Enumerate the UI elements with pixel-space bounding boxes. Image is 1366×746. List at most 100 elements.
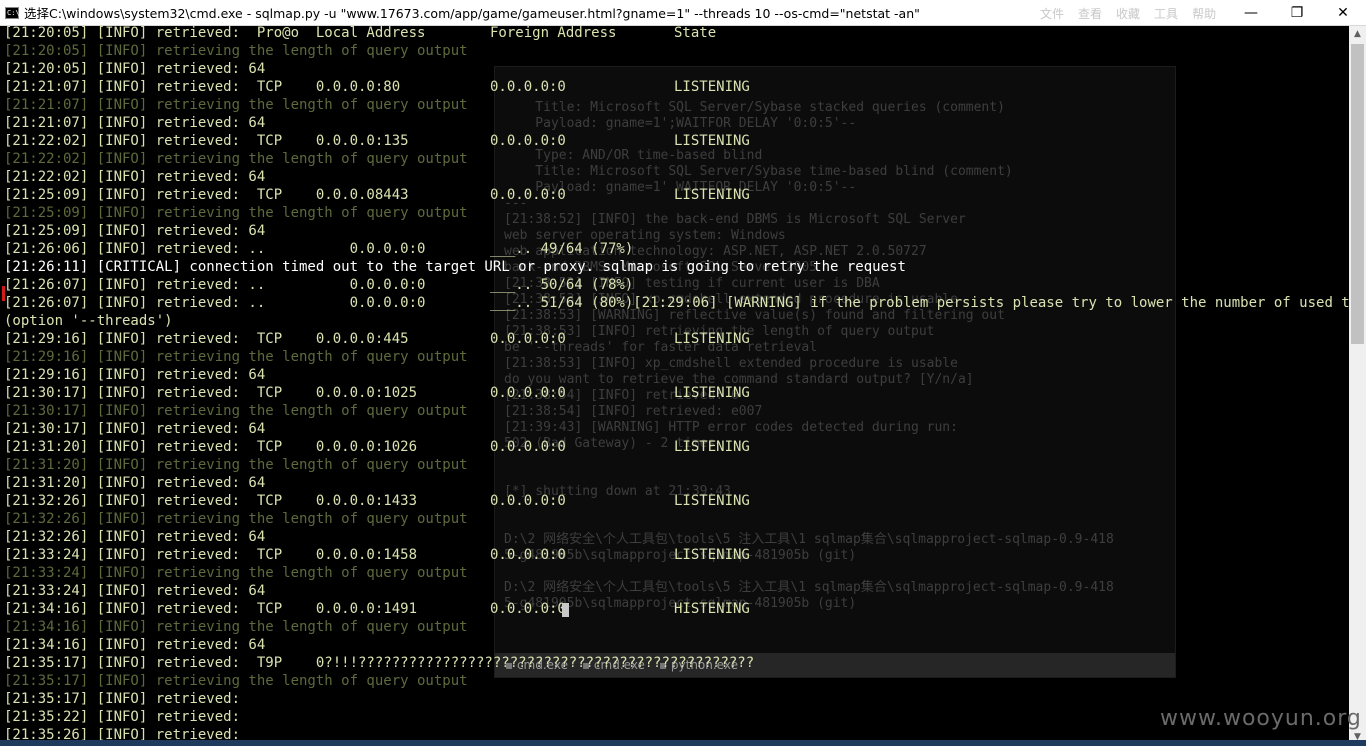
console-line-state: LISTENING — [674, 133, 750, 149]
console-line: [21:26:07] [INFO] retrieved: .. 0.0.0.0:… — [4, 276, 1349, 294]
console-line-text: [21:33:24] [INFO] retrieved: 64 — [4, 583, 266, 599]
console-line-text: [21:26:07] [INFO] retrieved: .. 0.0.0.0:… — [4, 295, 426, 311]
console-line: [21:20:05] [INFO] retrieving the length … — [4, 42, 1349, 60]
console-line: [21:32:26] [INFO] retrieving the length … — [4, 510, 1349, 528]
console-line-text: [21:21:07] [INFO] retrieved: 64 — [4, 115, 266, 131]
close-button[interactable]: ✕ — [1320, 0, 1366, 25]
ghost-menu-favorites: 收藏 — [1116, 7, 1141, 21]
console-line-text: [21:25:09] [INFO] retrieved: 64 — [4, 223, 266, 239]
console-line: [21:34:16] [INFO] retrieved: 64 — [4, 636, 1349, 654]
maximize-icon: ❐ — [1290, 4, 1304, 21]
maximize-button[interactable]: ❐ — [1274, 0, 1320, 25]
selection-marker — [2, 286, 5, 301]
console-line-text: [21:35:17] [INFO] retrieving the length … — [4, 673, 468, 689]
scroll-up-icon[interactable]: ▲ — [1349, 26, 1366, 43]
text-cursor — [562, 603, 569, 617]
console-line-text: (option '--threads') — [4, 313, 173, 329]
console-line-state: LISTENING — [674, 187, 750, 203]
minimize-icon: — — [1244, 4, 1258, 21]
console-line-state: LISTENING — [674, 331, 750, 347]
console-line: [21:29:16] [INFO] retrieved: TCP 0.0.0.0… — [4, 330, 1349, 348]
ghost-menu-tools: 工具 — [1154, 7, 1179, 21]
ghost-menu-view: 查看 — [1078, 7, 1103, 21]
taskbar-edge — [0, 740, 1366, 746]
console-line: [21:33:24] [INFO] retrieved: 64 — [4, 582, 1349, 600]
console-line: [21:25:09] [INFO] retrieving the length … — [4, 204, 1349, 222]
console-line: [21:34:16] [INFO] retrieving the length … — [4, 618, 1349, 636]
console-line-text: [21:29:16] [INFO] retrieved: 64 — [4, 367, 266, 383]
console-line-text: [21:26:07] [INFO] retrieved: .. 0.0.0.0:… — [4, 277, 426, 293]
console-line-text: [21:30:17] [INFO] retrieving the length … — [4, 403, 468, 419]
console-line: [21:35:17] [INFO] retrieving the length … — [4, 672, 1349, 690]
console-line-state: HISTENING — [674, 601, 750, 617]
console-line: [21:26:07] [INFO] retrieved: .. 0.0.0.0:… — [4, 294, 1349, 312]
console-line-text: [21:29:16] [INFO] retrieved: TCP 0.0.0.0… — [4, 331, 409, 347]
cmd-app-icon[interactable]: C:\ — [5, 6, 20, 19]
console-line-foreign-address: 0.0.0.0:0 — [490, 547, 566, 563]
vertical-scrollbar[interactable]: ▲ ▼ — [1349, 26, 1366, 746]
console-line: [21:32:26] [INFO] retrieved: TCP 0.0.0.0… — [4, 492, 1349, 510]
console-line-text: [21:35:22] [INFO] retrieved: — [4, 709, 241, 725]
console-line: [21:30:17] [INFO] retrieving the length … — [4, 402, 1349, 420]
ghost-menu-file: 文件 — [1040, 7, 1065, 21]
console-line: [21:35:22] [INFO] retrieved: — [4, 708, 1349, 726]
console-line-text: [21:32:26] [INFO] retrieved: TCP 0.0.0.0… — [4, 493, 418, 509]
scrollbar-thumb[interactable] — [1351, 44, 1364, 344]
console-line-text: [21:20:05] [INFO] retrieved: Pro@o Local… — [4, 26, 426, 41]
console-line: [21:35:17] [INFO] retrieved: T9P 0?!!!??… — [4, 654, 1349, 672]
console-line: [21:22:02] [INFO] retrieved: 64 — [4, 168, 1349, 186]
console-line: [21:34:16] [INFO] retrieved: TCP 0.0.0.0… — [4, 600, 1349, 618]
console-line-foreign-address: ___.. 49/64 (77%) — [490, 241, 634, 257]
window-title: 选择C:\windows\system32\cmd.exe - sqlmap.p… — [24, 6, 920, 21]
console-line-foreign-address: ___.. 51/64 (80%)[21:29:06] [WARNING] if… — [490, 295, 1349, 311]
console-line-text: [21:25:09] [INFO] retrieving the length … — [4, 205, 468, 221]
console-line-text: [21:21:07] [INFO] retrieved: TCP 0.0.0.0… — [4, 79, 401, 95]
console-line: [21:22:02] [INFO] retrieved: TCP 0.0.0.0… — [4, 132, 1349, 150]
title-bar[interactable]: C:\ 选择C:\windows\system32\cmd.exe - sqlm… — [0, 0, 1366, 26]
console-line-text: [21:33:24] [INFO] retrieving the length … — [4, 565, 468, 581]
console-line-text: [21:30:17] [INFO] retrieved: 64 — [4, 421, 266, 437]
console-line-foreign-address: 0.0.0.0:0 — [490, 493, 566, 509]
console-line-text: [21:21:07] [INFO] retrieving the length … — [4, 97, 468, 113]
console-line-foreign-address: 0.0.0.0:0 — [490, 385, 566, 401]
console-line-foreign-address: 0.0.0.0:0 — [490, 133, 566, 149]
console-line-text: [21:22:02] [INFO] retrieved: TCP 0.0.0.0… — [4, 133, 409, 149]
console-line: [21:30:17] [INFO] retrieved: TCP 0.0.0.0… — [4, 384, 1349, 402]
console-line-foreign-address: 0.0.0.0:0 — [490, 331, 566, 347]
console-line: [21:29:16] [INFO] retrieving the length … — [4, 348, 1349, 366]
minimize-button[interactable]: — — [1228, 0, 1274, 25]
console-line: [21:20:05] [INFO] retrieved: 64 — [4, 60, 1349, 78]
console-line-text: [21:20:05] [INFO] retrieving the length … — [4, 43, 468, 59]
console-line-text: [21:31:20] [INFO] retrieving the length … — [4, 457, 468, 473]
console-line: [21:26:06] [INFO] retrieved: .. 0.0.0.0:… — [4, 240, 1349, 258]
console-line-text: [21:30:17] [INFO] retrieved: TCP 0.0.0.0… — [4, 385, 418, 401]
console-line-text: [21:26:06] [INFO] retrieved: .. 0.0.0.0:… — [4, 241, 426, 257]
console-output[interactable]: cmd.exe cmd.exe python.exe Title: Micros… — [0, 26, 1349, 746]
console-line: [21:25:09] [INFO] retrieved: TCP 0.0.0.0… — [4, 186, 1349, 204]
console-line: [21:29:16] [INFO] retrieved: 64 — [4, 366, 1349, 384]
console-line-text: [21:32:26] [INFO] retrieving the length … — [4, 511, 468, 527]
console-line-state: LISTENING — [674, 79, 750, 95]
console-line-text: [21:35:17] [INFO] retrieved: T9P 0?!!!??… — [4, 655, 755, 671]
console-line-text: [21:35:17] [INFO] retrieved: — [4, 691, 241, 707]
console-line: [21:31:20] [INFO] retrieving the length … — [4, 456, 1349, 474]
console-line: [21:25:09] [INFO] retrieved: 64 — [4, 222, 1349, 240]
console-line-state: LISTENING — [674, 439, 750, 455]
console-line: [21:33:24] [INFO] retrieving the length … — [4, 564, 1349, 582]
console-line: [21:20:05] [INFO] retrieved: Pro@o Local… — [4, 26, 1349, 42]
console-line: [21:30:17] [INFO] retrieved: 64 — [4, 420, 1349, 438]
console-line-foreign-address: 0.0.0.0:0 — [490, 601, 566, 617]
console-line: [21:21:07] [INFO] retrieved: 64 — [4, 114, 1349, 132]
console-line-text: [21:22:02] [INFO] retrieving the length … — [4, 151, 468, 167]
console-line: [21:21:07] [INFO] retrieving the length … — [4, 96, 1349, 114]
ghost-menu-help: 帮助 — [1192, 7, 1217, 21]
console-lines: [21:20:05] [INFO] retrieved: Pro@o Local… — [4, 26, 1349, 744]
console-line-state: State — [674, 26, 717, 41]
console-line-text: [21:33:24] [INFO] retrieved: TCP 0.0.0.0… — [4, 547, 418, 563]
console-line: [21:22:02] [INFO] retrieving the length … — [4, 150, 1349, 168]
console-line: (option '--threads') — [4, 312, 1349, 330]
console-line-text: [21:22:02] [INFO] retrieved: 64 — [4, 169, 266, 185]
console-line: [21:31:20] [INFO] retrieved: 64 — [4, 474, 1349, 492]
console-line-text: [21:31:20] [INFO] retrieved: TCP 0.0.0.0… — [4, 439, 418, 455]
console-line-foreign-address: 0.0.0.0:0 — [490, 187, 566, 203]
